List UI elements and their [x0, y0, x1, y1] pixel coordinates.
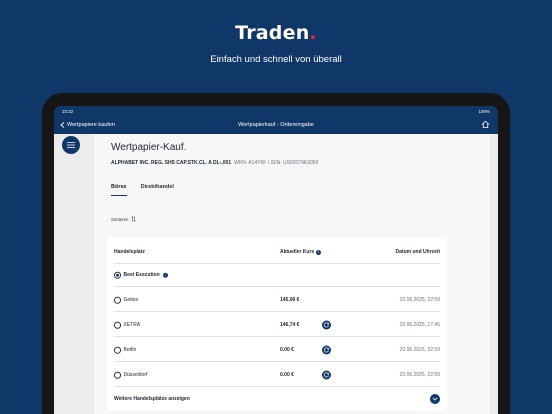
header-price-label: Aktueller Kurs	[280, 249, 315, 255]
back-label: Wertpapiere kaufen	[67, 122, 115, 128]
hamburger-icon	[67, 142, 75, 148]
radio-unselected[interactable]	[114, 296, 121, 304]
header-price: Aktueller Kurs i	[280, 249, 322, 255]
table-header: Handelsplatz Aktueller Kurs i Datum und U…	[114, 241, 440, 264]
status-time: 10:22	[62, 108, 74, 114]
promo-title: Traden.	[0, 22, 552, 44]
venue-name: Berlin	[123, 347, 137, 353]
venue-name: Best Execution	[123, 272, 160, 278]
tab-boerse[interactable]: Börse	[111, 184, 127, 196]
info-icon[interactable]: i	[162, 272, 168, 278]
date-cell: 20.06.2025, 22:59	[399, 297, 440, 303]
more-venues-label: Weitere Handelsplätze anzeigen	[114, 395, 190, 402]
table-row-best-execution[interactable]: Best Execution i	[114, 264, 440, 287]
header-venue: Handelsplatz	[114, 249, 145, 255]
venue-cell: Düsseldorf	[114, 371, 148, 379]
table-row-xetra[interactable]: XETRA 146,74 € 20.06.2025, 17:45	[114, 314, 440, 337]
price-cell: 146,74 €	[280, 322, 300, 328]
date-cell: 20.06.2025, 22:00	[399, 372, 440, 378]
radio-unselected[interactable]	[114, 371, 121, 379]
nav-title: Wertpapierkauf - Ordereingabe	[238, 122, 314, 128]
tab-direkthandel[interactable]: Direkthandel	[141, 184, 174, 196]
table-row-gettex[interactable]: Gettex 145,06 € 20.06.2025, 22:59	[114, 289, 440, 312]
refresh-icon[interactable]	[322, 320, 331, 330]
venue-cell: Berlin	[114, 346, 137, 354]
security-name: ALPHABET INC. REG. SHS CAP.STK.CL. A DL-…	[111, 160, 232, 166]
promo-subtitle: Einfach und schnell von überall	[210, 54, 342, 65]
sort-label: Sortieren	[111, 216, 129, 222]
nav-bar: Wertpapiere kaufen Wertpapierkauf - Orde…	[54, 116, 498, 134]
date-cell: 20.06.2025, 22:59	[399, 347, 440, 353]
promo-title-text: Traden	[235, 22, 310, 44]
radio-selected[interactable]	[114, 271, 121, 279]
security-ids: WKN: A14Y6F / ISIN: US02079K3059	[234, 160, 319, 166]
table-row-duesseldorf[interactable]: Düsseldorf 0.00 € 20.06.2025, 22:00	[114, 364, 440, 387]
sort-icon	[131, 216, 137, 222]
venue-name: Gettex	[123, 297, 139, 303]
status-battery: 100%	[478, 108, 490, 114]
venue-cell: XETRA	[114, 321, 141, 329]
info-icon[interactable]: i	[316, 249, 322, 255]
refresh-icon[interactable]	[322, 345, 331, 355]
refresh-icon[interactable]	[322, 370, 331, 380]
venue-name: XETRA	[123, 322, 141, 328]
venue-table: Handelsplatz Aktueller Kurs i Datum und U…	[107, 237, 447, 411]
venue-cell: Best Execution i	[114, 271, 168, 279]
app-screen: 10:22 100% Wertpapiere kaufen Wertpapier…	[54, 106, 498, 414]
home-icon[interactable]	[481, 120, 490, 129]
security-info: ALPHABET INC. REG. SHS CAP.STK.CL. A DL-…	[111, 160, 318, 166]
header-date: Datum und Uhrzeit	[395, 249, 440, 255]
chevron-down-icon[interactable]	[430, 393, 440, 404]
price-cell: 145,06 €	[280, 297, 300, 303]
page-title-text: Wertpapier-Kauf	[111, 142, 184, 153]
chevron-left-icon	[60, 122, 65, 128]
status-bar: 10:22 100%	[54, 106, 498, 116]
date-cell: 20.06.2025, 17:45	[399, 322, 440, 328]
menu-button[interactable]	[62, 136, 80, 154]
tab-bar: Börse Direkthandel	[111, 184, 174, 196]
sort-control[interactable]: Sortieren	[111, 216, 137, 222]
radio-unselected[interactable]	[114, 346, 121, 354]
price-cell: 0.00 €	[280, 347, 294, 353]
promo-title-dot: .	[309, 22, 317, 44]
page-title-dot: .	[183, 142, 187, 153]
main-content: Wertpapier-Kauf. ALPHABET INC. REG. SHS …	[94, 134, 490, 414]
radio-unselected[interactable]	[114, 321, 121, 329]
price-cell: 0.00 €	[280, 372, 294, 378]
venue-name: Düsseldorf	[123, 372, 148, 378]
table-row-berlin[interactable]: Berlin 0.00 € 20.06.2025, 22:59	[114, 339, 440, 362]
more-venues-row[interactable]: Weitere Handelsplätze anzeigen	[114, 387, 440, 410]
venue-cell: Gettex	[114, 296, 139, 304]
page-title: Wertpapier-Kauf.	[111, 142, 186, 153]
back-button[interactable]: Wertpapiere kaufen	[60, 122, 115, 128]
